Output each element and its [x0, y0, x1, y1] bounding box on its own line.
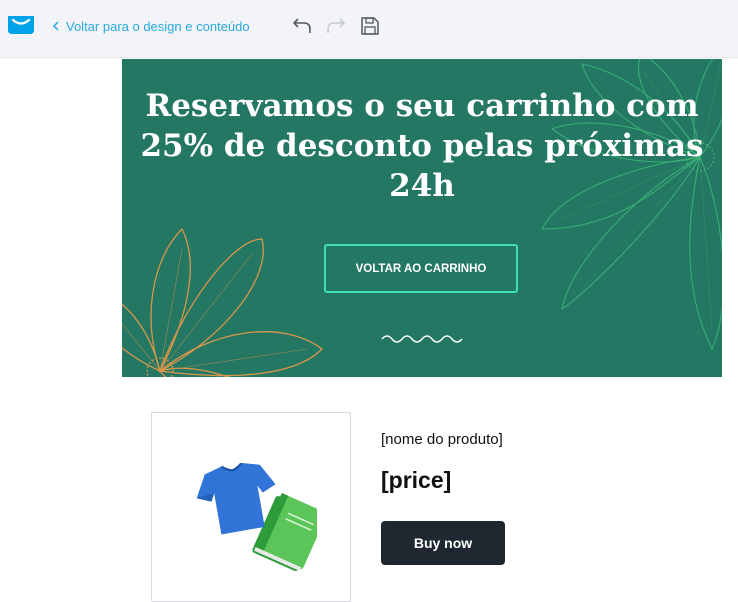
hero-title: Reservamos o seu carrinho com 25% de des… [140, 88, 704, 204]
redo-icon[interactable] [324, 15, 346, 37]
back-to-design-link[interactable]: Voltar para o design e conteúdo [52, 17, 250, 35]
back-link-label: Voltar para o design e conteúdo [66, 18, 250, 34]
hero-banner: Reservamos o seu carrinho com 25% de des… [122, 59, 722, 377]
wave-divider-icon [381, 335, 463, 343]
buy-now-button[interactable]: Buy now [381, 521, 505, 565]
product-price: [price] [381, 467, 452, 493]
getresponse-logo-icon[interactable] [6, 14, 36, 36]
tshirt-and-book-icon [196, 463, 317, 572]
editor-toolbar: Voltar para o design e conteúdo [0, 0, 738, 58]
back-to-cart-button[interactable]: VOLTAR AO CARRINHO [324, 244, 518, 293]
product-name: [nome do produto] [381, 431, 503, 448]
save-icon[interactable] [359, 15, 381, 37]
chevron-left-icon [52, 21, 59, 31]
undo-icon[interactable] [292, 15, 314, 37]
product-image-card[interactable] [151, 412, 351, 602]
